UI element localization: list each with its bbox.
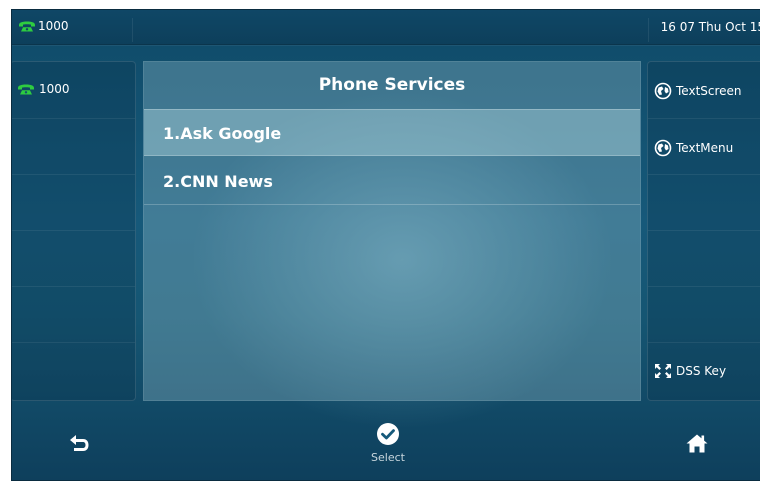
globe-icon — [654, 139, 672, 157]
back-arrow-icon — [70, 435, 89, 451]
line-key-1-content: 1000 — [17, 82, 70, 96]
select-label: Select — [371, 451, 405, 464]
dss-key-textmenu[interactable]: TextMenu — [648, 118, 760, 175]
dss-key-more[interactable]: DSS Key — [648, 342, 760, 399]
menu-item-cnn-news[interactable]: 2.CNN News — [144, 158, 640, 205]
globe-icon — [654, 82, 672, 100]
dss-key-5[interactable] — [648, 286, 760, 343]
check-circle-icon — [377, 423, 399, 445]
expand-icon — [655, 364, 671, 378]
dss-keys-right: TextScreen TextMenu DSS Key — [647, 61, 760, 401]
menu-item-ask-google[interactable]: 1.Ask Google — [144, 109, 640, 156]
back-button[interactable] — [69, 434, 89, 456]
home-button[interactable] — [686, 434, 708, 457]
phone-icon — [18, 84, 34, 94]
status-account[interactable]: 1000 — [18, 19, 69, 33]
phone-screen: 1000 16 07 Thu Oct 15 1000 Phone Service… — [11, 9, 760, 481]
line-key-2[interactable] — [12, 118, 135, 175]
status-datetime: 16 07 Thu Oct 15 — [660, 20, 760, 34]
dss-key-4[interactable] — [648, 230, 760, 287]
phone-services-panel: Phone Services 1.Ask Google 2.CNN News — [143, 61, 641, 401]
dss-key-label: TextMenu — [676, 141, 734, 155]
page-title: Phone Services — [318, 75, 466, 95]
line-key-5[interactable] — [12, 286, 135, 343]
dss-key-textmenu-content: TextMenu — [654, 139, 733, 157]
phone-icon — [19, 21, 35, 31]
dss-key-more-content: DSS Key — [654, 363, 726, 379]
dss-key-label: TextScreen — [676, 84, 742, 98]
status-divider — [648, 18, 649, 42]
status-divider — [132, 18, 133, 42]
line-key-4[interactable] — [12, 230, 135, 287]
line-key-1[interactable]: 1000 — [12, 62, 135, 118]
select-button[interactable]: Select — [364, 422, 412, 464]
status-account-label: 1000 — [38, 19, 69, 33]
dss-key-label: DSS Key — [676, 364, 727, 378]
dss-key-textscreen-content: TextScreen — [654, 82, 742, 100]
dss-key-textscreen[interactable]: TextScreen — [648, 62, 760, 118]
home-icon — [686, 434, 708, 453]
dss-key-3[interactable] — [648, 174, 760, 231]
line-keys-left: 1000 — [12, 61, 136, 401]
status-bar: 1000 16 07 Thu Oct 15 — [12, 10, 760, 45]
line-key-1-label: 1000 — [39, 82, 70, 96]
softkey-bar: Select — [12, 400, 760, 480]
line-key-3[interactable] — [12, 174, 135, 231]
line-key-6[interactable] — [12, 342, 135, 399]
